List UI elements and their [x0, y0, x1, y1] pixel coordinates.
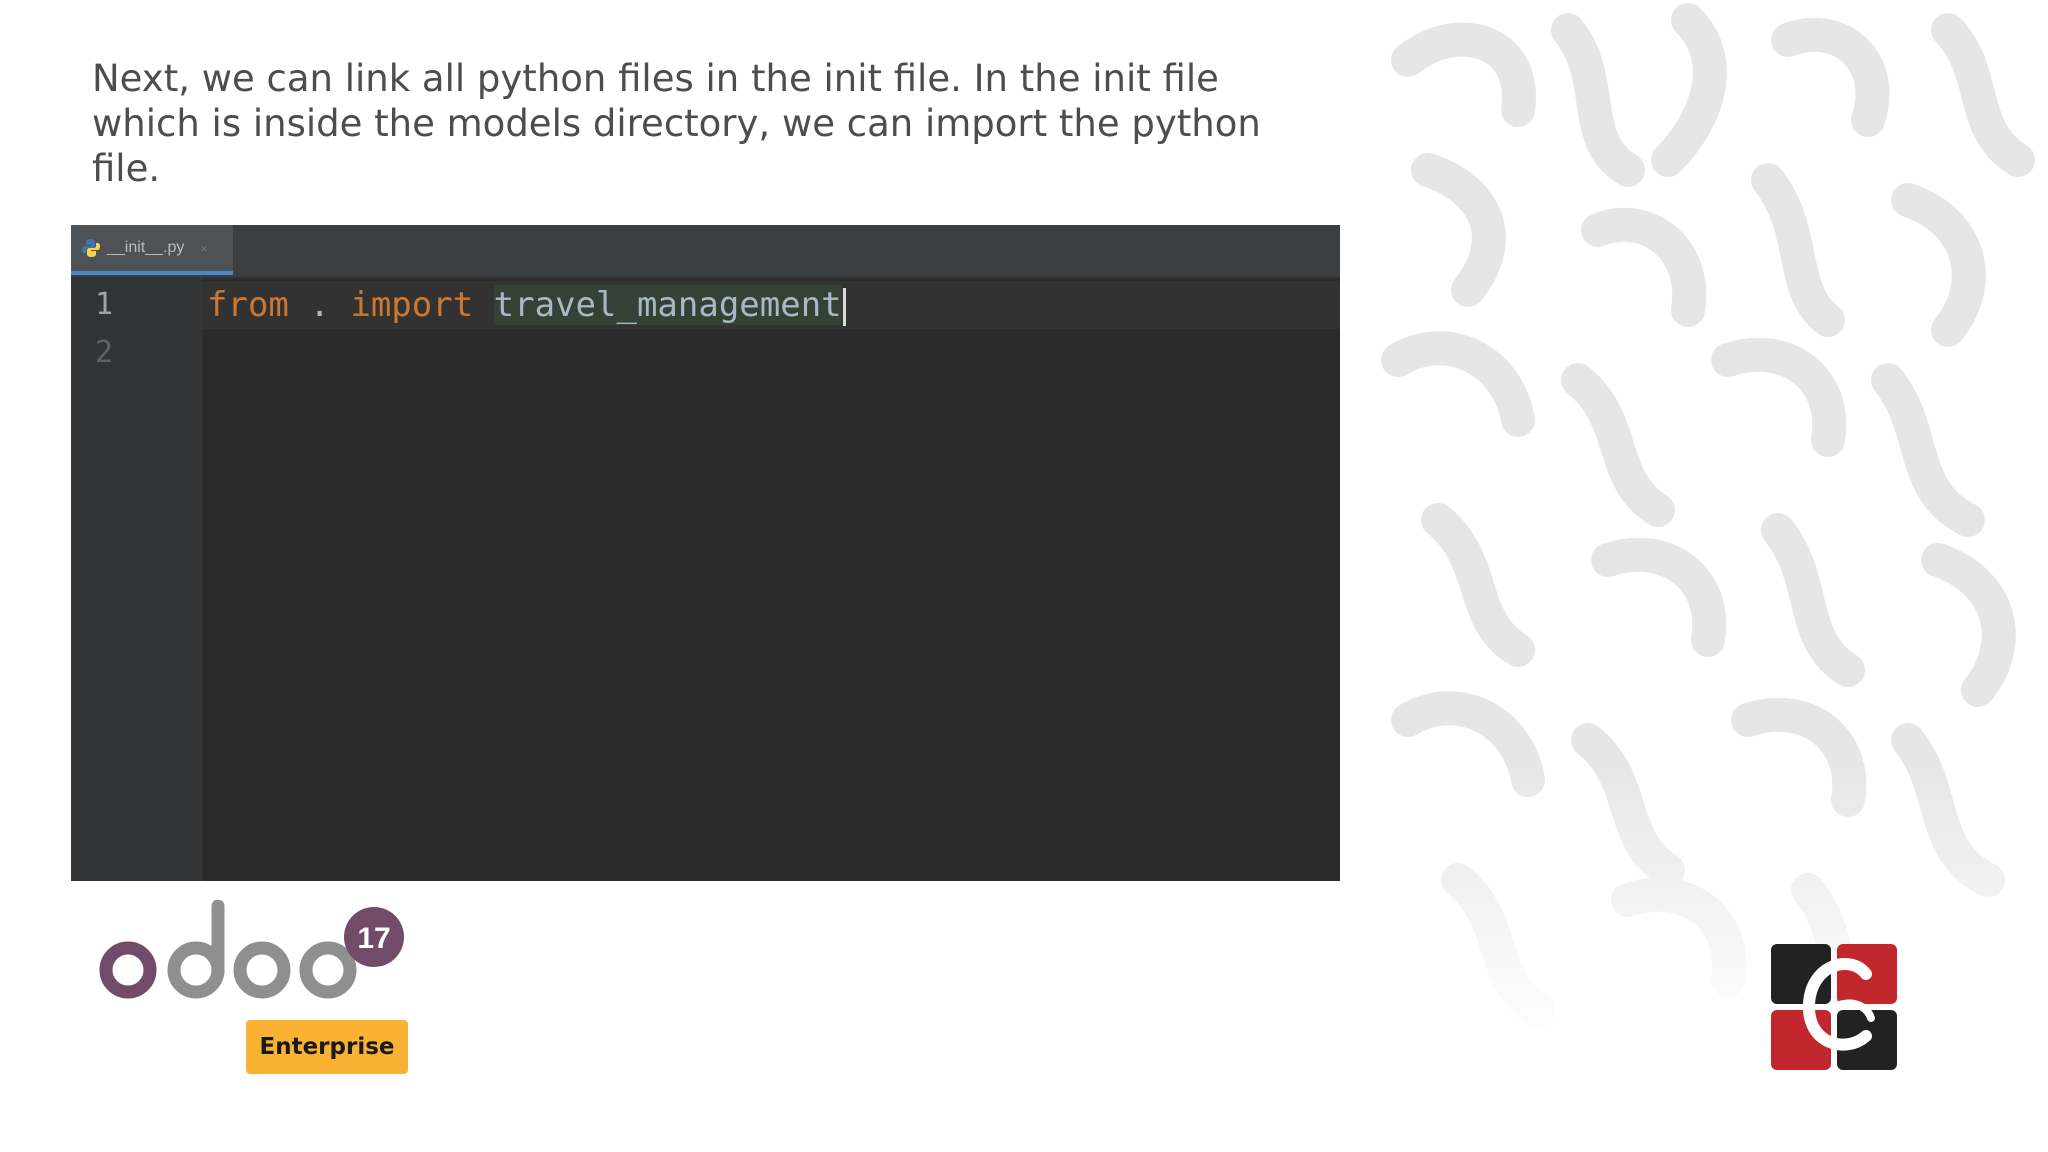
enterprise-badge: Enterprise — [246, 1020, 408, 1074]
relative-dot: . — [309, 285, 330, 325]
pattern-fade-overlay — [1368, 760, 2048, 1152]
tab-filename: __init__.py — [107, 239, 185, 256]
cybrosys-logo — [1771, 944, 1897, 1070]
line-number-gutter — [71, 277, 202, 881]
editor-tab-bar: __init__.py × — [71, 225, 1340, 279]
version-badge: 17 — [357, 922, 390, 955]
code-line[interactable]: from . import travel_management — [207, 285, 846, 326]
code-editor: __init__.py × 1 2 from . import travel_m… — [71, 225, 1340, 881]
tab-close-icon[interactable]: × — [200, 241, 208, 256]
text-caret — [842, 287, 846, 326]
line-number: 1 — [95, 287, 114, 322]
keyword-import: import — [350, 285, 474, 325]
tab-init-py[interactable]: __init__.py × — [71, 225, 233, 275]
module-name: travel_management — [493, 285, 842, 325]
slide-caption: Next, we can link all python files in th… — [92, 57, 1261, 190]
keyword-from: from — [207, 285, 289, 325]
line-number: 2 — [95, 335, 114, 370]
python-file-icon — [82, 239, 100, 257]
